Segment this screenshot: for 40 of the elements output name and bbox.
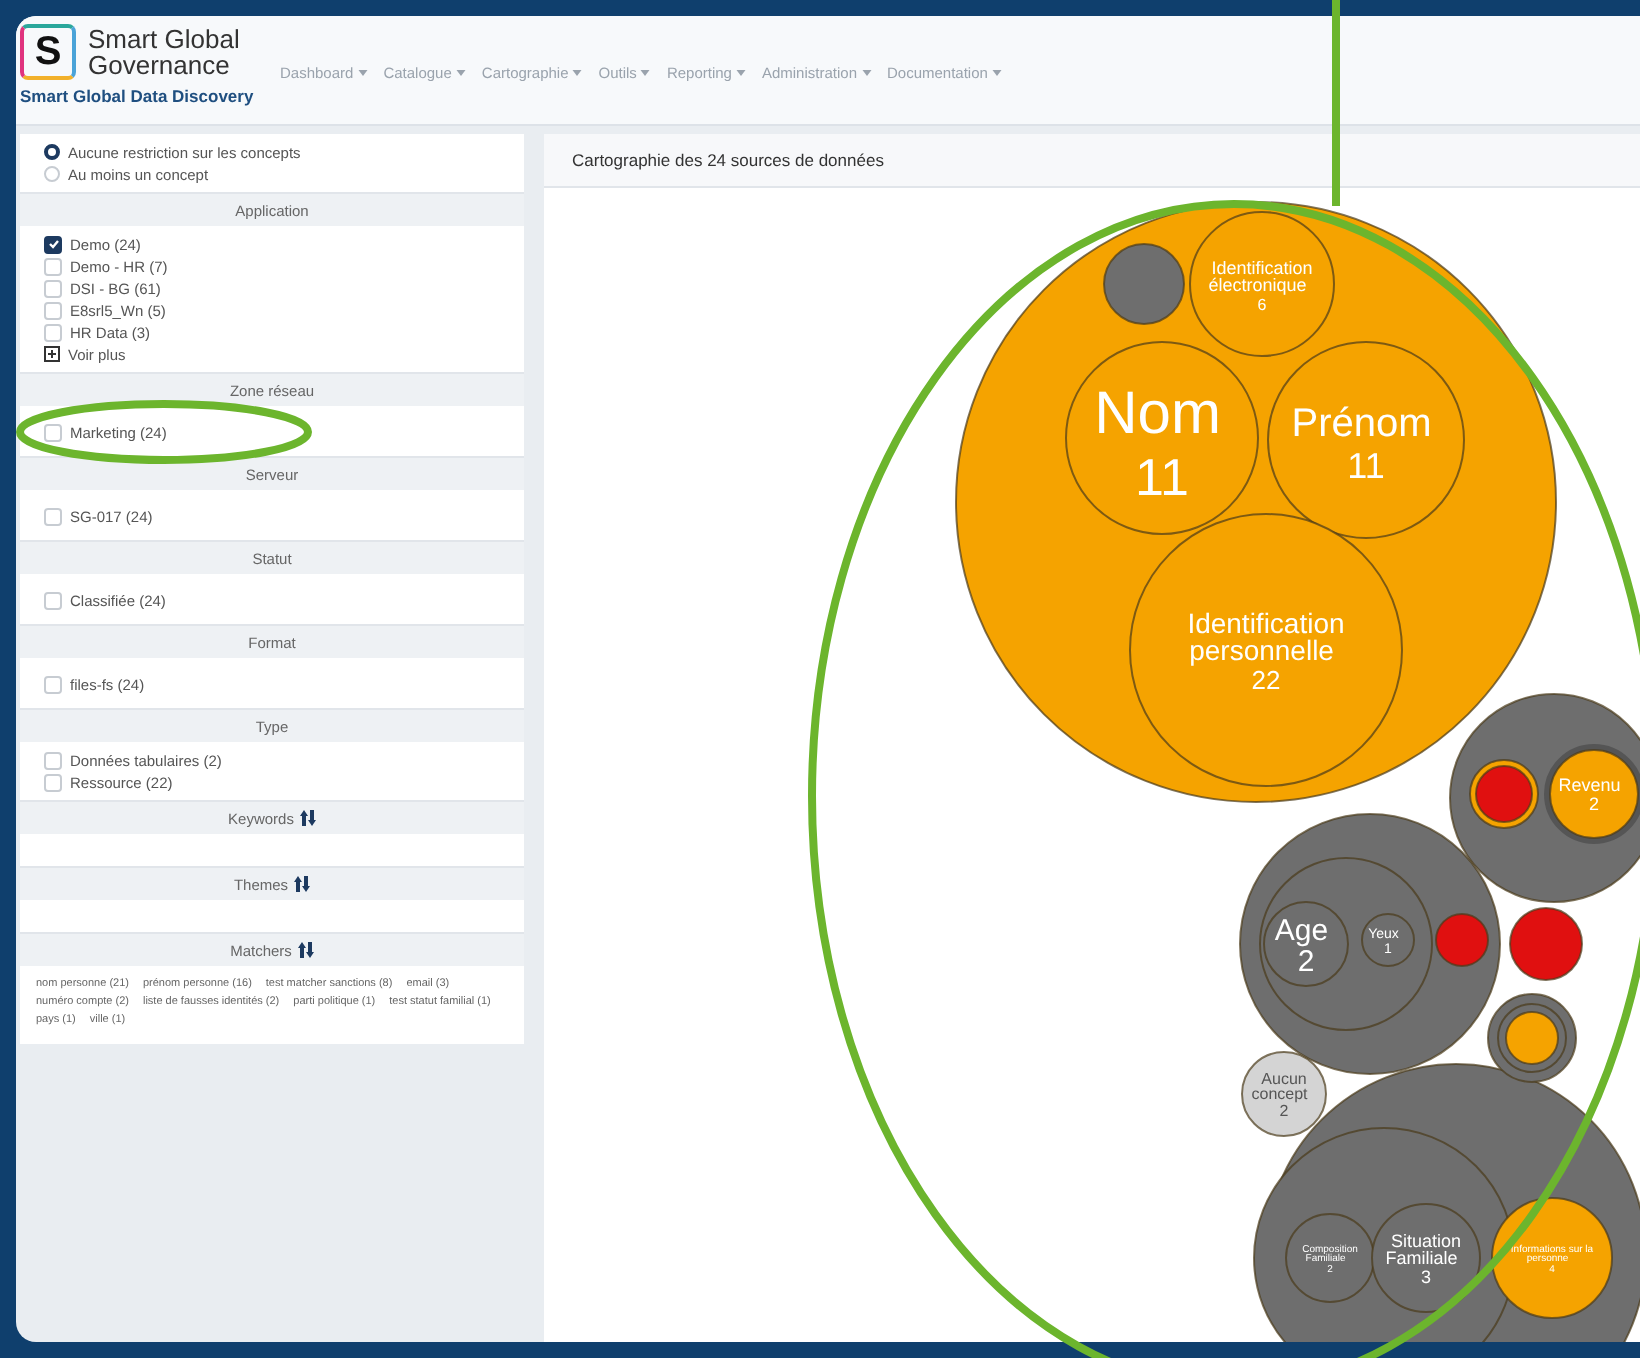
small-bubble[interactable] [1487,993,1577,1083]
caret-icon [861,70,871,76]
small-bubble[interactable] [1469,759,1539,829]
bubble-label: Revenu 2 [1558,775,1621,815]
concept-bubble[interactable] [1285,1213,1375,1303]
concept-bubble[interactable] [1371,1203,1481,1313]
bubble-label: Identification personnelle 22 [1187,607,1345,696]
checkbox[interactable] [44,235,62,253]
caret-icon [640,70,651,76]
app-title: Smart Global Governance [88,26,242,78]
panel-title: Cartographie des 24 sources de données [572,150,884,170]
app-subtitle: Smart Global Data Discovery [20,86,256,106]
bubble-label: Aucun concept 2 [1251,1070,1308,1120]
logo: S [20,24,76,80]
concept-bubble[interactable] [1065,341,1259,535]
caret-icon [572,70,583,76]
concept-bubble[interactable] [1491,1197,1613,1319]
concept-bubble[interactable] [1189,211,1335,357]
small-bubble[interactable] [1509,907,1583,981]
concept-bubble[interactable] [1241,1051,1327,1137]
concept-bubble[interactable] [1129,513,1403,787]
concept-bubble[interactable] [1263,901,1349,987]
sort-icon[interactable] [294,876,311,892]
concept-bubble[interactable] [1549,749,1639,839]
plus-icon[interactable] [44,346,60,362]
bubble-label: Prénom 11 [1291,401,1432,486]
bubble-label: Age 2 [1274,913,1329,979]
bubble-label: Nom 11 [1094,380,1221,507]
concept-bubble[interactable] [1267,341,1465,539]
caret-icon [991,70,1002,76]
bubble-label: Identification électronique 6 [1208,257,1313,314]
caret-icon [455,70,466,76]
caret-icon [357,70,368,76]
sort-icon[interactable] [297,942,314,958]
concept-bubble[interactable] [1361,913,1415,967]
bubble-label: Situation Familiale 3 [1385,1230,1462,1287]
radio-button[interactable] [44,144,60,160]
sort-icon[interactable] [299,810,316,826]
small-bubble[interactable] [1103,243,1185,325]
caret-icon [735,70,746,76]
